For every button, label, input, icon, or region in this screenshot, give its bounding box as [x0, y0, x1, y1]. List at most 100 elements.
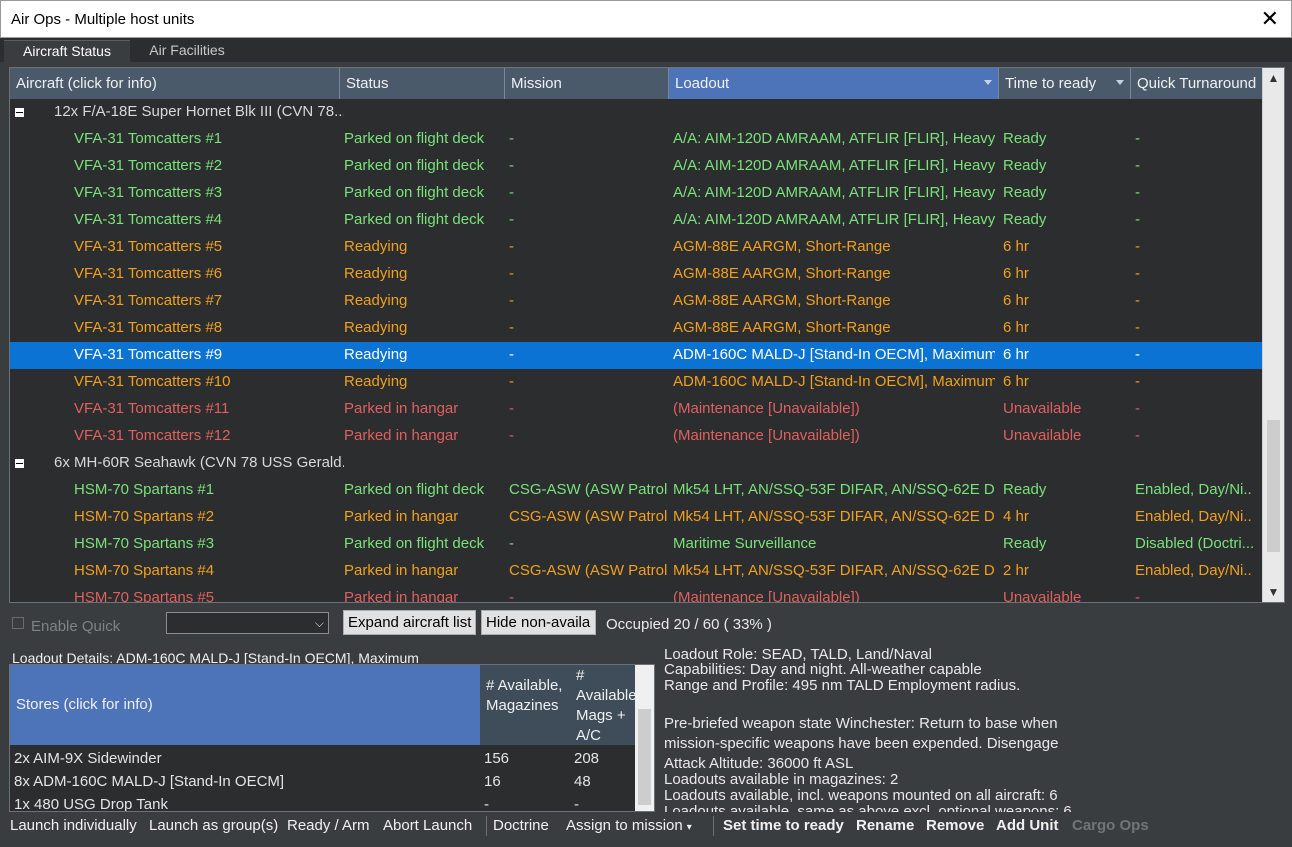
- cell-loadout: AGM-88E AARGM, Short-Range: [673, 265, 891, 282]
- filter-arrow-icon: [1116, 80, 1124, 85]
- cell-status: Parked in hangar: [344, 508, 459, 525]
- cell-mission: -: [509, 589, 514, 603]
- cell-time-to-ready: 6 hr: [1003, 265, 1029, 282]
- table-row[interactable]: VFA-31 Tomcatters #3 Parked on flight dec…: [10, 180, 1262, 207]
- info-loadouts-all-aircraft: Loadouts available, incl. weapons mounte…: [664, 787, 1058, 804]
- expand-aircraft-list-button[interactable]: Expand aircraft list: [343, 610, 476, 635]
- col-quick-turnaround[interactable]: Quick Turnaround: [1131, 68, 1262, 99]
- cell-store: 1x 480 USG Drop Tank: [14, 796, 168, 812]
- remove-button[interactable]: Remove: [926, 817, 984, 834]
- cell-time-to-ready: Ready: [1003, 211, 1047, 228]
- col-loadout[interactable]: Loadout: [669, 68, 999, 99]
- cell-aircraft: HSM-70 Spartans #4: [74, 562, 215, 579]
- table-row[interactable]: VFA-31 Tomcatters #5 Readying - AGM-88E AAR…: [10, 234, 1262, 261]
- col-time-to-ready[interactable]: Time to ready: [999, 68, 1131, 99]
- table-row[interactable]: VFA-31 Tomcatters #1 Parked on flight dec…: [10, 126, 1262, 153]
- set-time-to-ready-button[interactable]: Set time to ready: [723, 817, 844, 834]
- table-row[interactable]: VFA-31 Tomcatters #6 Readying - AGM-88E AAR…: [10, 261, 1262, 288]
- table-row[interactable]: HSM-70 Spartans #3 Parked on flight deck -…: [10, 531, 1262, 558]
- tab-air-facilities[interactable]: Air Facilities: [134, 40, 240, 62]
- enable-quick-checkbox[interactable]: [12, 617, 24, 629]
- collapse-icon[interactable]: [15, 108, 24, 117]
- table-row[interactable]: VFA-31 Tomcatters #12 Parked in hangar - (M…: [10, 423, 1262, 450]
- ready-arm-button[interactable]: Ready / Arm: [287, 817, 370, 834]
- cell-loadout: A/A: AIM-120D AMRAAM, ATFLIR [FLIR], Hea…: [673, 157, 995, 174]
- window-title: Air Ops - Multiple host units: [11, 11, 195, 28]
- assign-mission-button[interactable]: Assign to mission ▾: [566, 817, 692, 834]
- cell-aircraft: VFA-31 Tomcatters #1: [74, 130, 223, 147]
- cell-quick-turnaround: -: [1135, 373, 1140, 390]
- available-total-label: # Available Mags + A/C: [576, 667, 637, 744]
- cell-time-to-ready: 6 hr: [1003, 346, 1029, 363]
- cell-mission: -: [509, 346, 514, 363]
- cell-mission: -: [509, 265, 514, 282]
- table-row[interactable]: HSM-70 Spartans #4 Parked in hangar CSG-AS…: [10, 558, 1262, 585]
- table-row[interactable]: VFA-31 Tomcatters #10 Readying - ADM-160C M…: [10, 369, 1262, 396]
- hide-non-available-button[interactable]: Hide non-availa: [481, 610, 596, 635]
- store-row[interactable]: 2x AIM-9X Sidewinder 156 208: [10, 747, 636, 770]
- cell-time-to-ready: Unavailable: [1003, 427, 1082, 444]
- table-row[interactable]: VFA-31 Tomcatters #2 Parked on flight dec…: [10, 153, 1262, 180]
- collapse-icon[interactable]: [15, 459, 24, 468]
- available-magazines-header[interactable]: # Available, Magazines: [480, 665, 570, 745]
- table-row-selected[interactable]: VFA-31 Tomcatters #9 Readying - ADM-160C MA…: [10, 342, 1262, 369]
- scroll-up-icon[interactable]: ▲: [1263, 68, 1284, 88]
- cell-aircraft: VFA-31 Tomcatters #5: [74, 238, 223, 255]
- stores-table: Stores (click for info) # Available, Mag…: [9, 664, 655, 812]
- col-mission[interactable]: Mission: [505, 68, 669, 99]
- stores-scrollbar[interactable]: [635, 665, 654, 811]
- store-row[interactable]: 8x ADM-160C MALD-J [Stand-In OECM] 16 48: [10, 770, 636, 793]
- info-attack-altitude: Attack Altitude: 36000 ft ASL: [664, 755, 854, 772]
- bottom-toolbar: Launch individually Launch as group(s) R…: [0, 812, 1292, 840]
- quick-turnaround-combo[interactable]: ⌵: [166, 612, 329, 634]
- tab-aircraft-status[interactable]: Aircraft Status: [4, 40, 130, 62]
- cell-status: Parked on flight deck: [344, 130, 485, 147]
- table-row[interactable]: VFA-31 Tomcatters #11 Parked in hangar - (M…: [10, 396, 1262, 423]
- cell-mission: CSG-ASW (ASW Patrol): [509, 562, 667, 579]
- table-row[interactable]: HSM-70 Spartans #2 Parked in hangar CSG-AS…: [10, 504, 1262, 531]
- cell-mission: -: [509, 238, 514, 255]
- cell-loadout: (Maintenance [Unavailable]): [673, 589, 860, 603]
- table-row[interactable]: HSM-70 Spartans #1 Parked on flight deck C…: [10, 477, 1262, 504]
- table-row[interactable]: VFA-31 Tomcatters #4 Parked on flight dec…: [10, 207, 1262, 234]
- cell-aircraft: HSM-70 Spartans #5: [74, 589, 215, 603]
- cell-quick-turnaround: -: [1135, 319, 1140, 336]
- cell-quick-turnaround: -: [1135, 211, 1140, 228]
- toolbar-divider: [486, 816, 487, 836]
- scroll-thumb[interactable]: [1267, 420, 1280, 552]
- abort-launch-button[interactable]: Abort Launch: [383, 817, 472, 834]
- group-label: 6x MH-60R Seahawk (CVN 78 USS Gerald...: [54, 454, 344, 471]
- group-row[interactable]: 6x MH-60R Seahawk (CVN 78 USS Gerald...: [10, 450, 1262, 477]
- controls-row: Enable Quick ⌵ Expand aircraft list Hide…: [0, 608, 1292, 638]
- cell-aircraft: VFA-31 Tomcatters #9: [74, 346, 223, 363]
- table-row[interactable]: VFA-31 Tomcatters #8 Readying - AGM-88E AAR…: [10, 315, 1262, 342]
- scroll-down-icon[interactable]: ▼: [1263, 582, 1284, 602]
- launch-group-button[interactable]: Launch as group(s): [149, 817, 278, 834]
- cell-time-to-ready: Ready: [1003, 184, 1047, 201]
- table-row[interactable]: VFA-31 Tomcatters #7 Readying - AGM-88E AAR…: [10, 288, 1262, 315]
- occupied-status: Occupied 20 / 60 ( 33% ): [606, 616, 772, 633]
- cell-status: Readying: [344, 292, 408, 309]
- available-total-header[interactable]: # Available Mags + A/C: [570, 665, 637, 745]
- add-unit-button[interactable]: Add Unit: [996, 817, 1058, 834]
- cell-quick-turnaround: -: [1135, 346, 1140, 363]
- dropdown-arrow-icon: ▾: [686, 822, 692, 833]
- enable-quick-label: Enable Quick: [31, 618, 121, 635]
- toolbar-divider-2: [713, 816, 714, 836]
- close-icon[interactable]: ✕: [1261, 6, 1279, 32]
- grid-scrollbar[interactable]: ▲ ▼: [1262, 68, 1284, 602]
- stores-scroll-thumb[interactable]: [638, 709, 651, 805]
- table-row[interactable]: HSM-70 Spartans #5 Parked in hangar - (Main…: [10, 585, 1262, 603]
- launch-individually-button[interactable]: Launch individually: [10, 817, 137, 834]
- group-row[interactable]: 12x F/A-18E Super Hornet Blk III (CVN 78…: [10, 99, 1262, 126]
- rename-button[interactable]: Rename: [856, 817, 914, 834]
- cell-status: Readying: [344, 319, 408, 336]
- cargo-ops-button[interactable]: Cargo Ops: [1072, 817, 1149, 834]
- cell-quick-turnaround: -: [1135, 292, 1140, 309]
- col-status[interactable]: Status: [340, 68, 505, 99]
- stores-col-header[interactable]: Stores (click for info): [10, 665, 480, 745]
- cell-time-to-ready: Ready: [1003, 535, 1047, 552]
- store-row[interactable]: 1x 480 USG Drop Tank - -: [10, 793, 636, 812]
- doctrine-button[interactable]: Doctrine: [493, 817, 549, 834]
- col-aircraft[interactable]: Aircraft (click for info): [10, 68, 340, 99]
